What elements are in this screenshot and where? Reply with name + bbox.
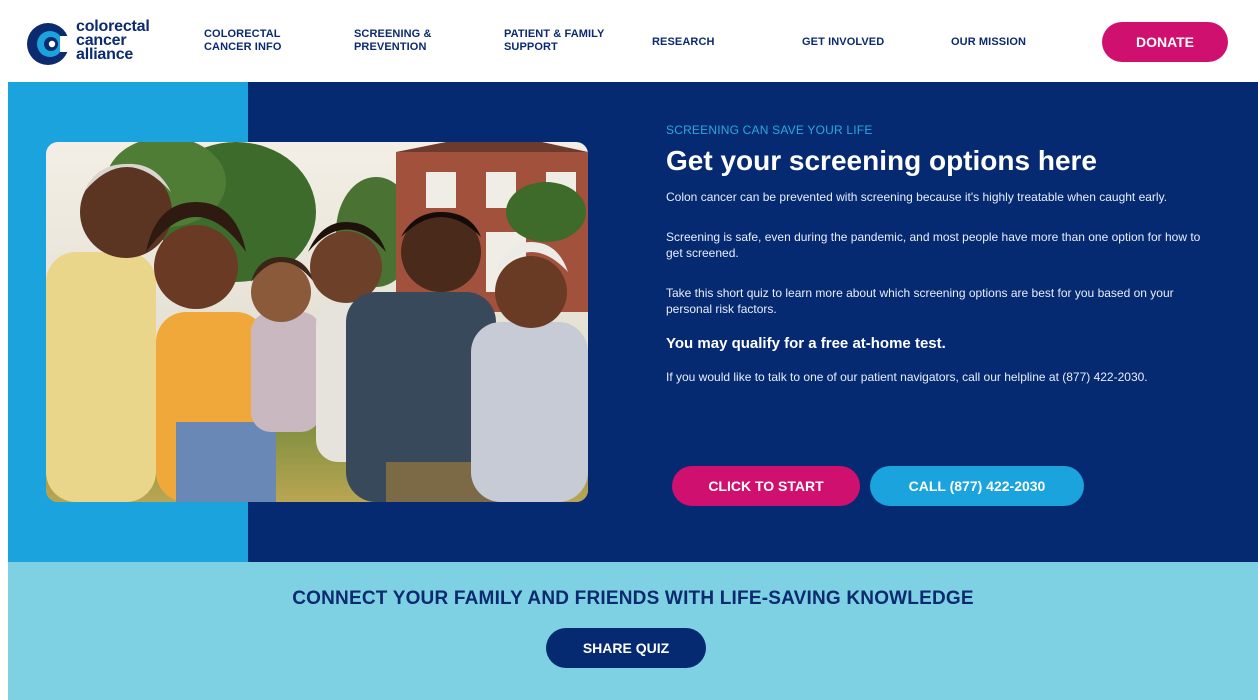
nav-our-mission[interactable]: OUR MISSION (951, 36, 1026, 49)
hero-paragraph-2: Screening is safe, even during the pande… (666, 230, 1201, 260)
hero-content: SCREENING CAN SAVE YOUR LIFE Get your sc… (666, 122, 1216, 385)
hero-paragraph-3: Take this short quiz to learn more about… (666, 286, 1174, 316)
hero-button-row: CLICK TO START CALL (877) 422-2030 (672, 466, 1102, 506)
hero-paragraph-1: Colon cancer can be prevented with scree… (666, 190, 1168, 204)
nav-label-line: SCREENING & (354, 28, 432, 40)
hero-paragraph-4: If you would like to talk to one of our … (666, 370, 1148, 384)
call-helpline-button[interactable]: CALL (877) 422-2030 (870, 466, 1084, 506)
nav-screening-prevention[interactable]: SCREENING & PREVENTION (354, 28, 432, 54)
nav-label-line: CANCER INFO (204, 41, 282, 53)
hero-eyebrow: SCREENING CAN SAVE YOUR LIFE (666, 123, 873, 137)
nav-label-line: OUR MISSION (951, 36, 1027, 48)
family-photo (46, 142, 588, 502)
page-frame: colorectal cancer alliance COLORECTAL CA… (8, 6, 1258, 700)
logo-wordmark: colorectal cancer alliance (76, 19, 150, 63)
nav-label-line: PREVENTION (354, 41, 427, 53)
nav-label-line: GET INVOLVED (802, 36, 885, 48)
share-band: CONNECT YOUR FAMILY AND FRIENDS WITH LIF… (8, 562, 1258, 700)
hero-title: Get your screening options here (666, 145, 1097, 176)
share-quiz-button[interactable]: SHARE QUIZ (546, 628, 706, 668)
nav-label-line: RESEARCH (652, 36, 715, 48)
hero-highlight: You may qualify for a free at-home test. (666, 335, 946, 352)
logo-icon (27, 23, 72, 65)
hero-section: SCREENING CAN SAVE YOUR LIFE Get your sc… (8, 82, 1258, 562)
family-photo-icon (46, 142, 588, 502)
nav-patient-family-support[interactable]: PATIENT & FAMILY SUPPORT (504, 28, 604, 54)
nav-colorectal-cancer-info[interactable]: COLORECTAL CANCER INFO (204, 28, 282, 54)
donate-button[interactable]: DONATE (1102, 22, 1228, 62)
site-logo[interactable]: colorectal cancer alliance (26, 16, 166, 72)
logo-line-3: alliance (76, 46, 134, 63)
click-to-start-button[interactable]: CLICK TO START (672, 466, 860, 506)
share-band-title: CONNECT YOUR FAMILY AND FRIENDS WITH LIF… (292, 588, 974, 609)
nav-label-line: COLORECTAL (204, 28, 281, 40)
nav-label-line: PATIENT & FAMILY (504, 28, 605, 40)
nav-get-involved[interactable]: GET INVOLVED (802, 36, 884, 49)
nav-research[interactable]: RESEARCH (652, 36, 715, 49)
nav-label-line: SUPPORT (504, 41, 558, 53)
site-header: colorectal cancer alliance COLORECTAL CA… (8, 6, 1258, 82)
